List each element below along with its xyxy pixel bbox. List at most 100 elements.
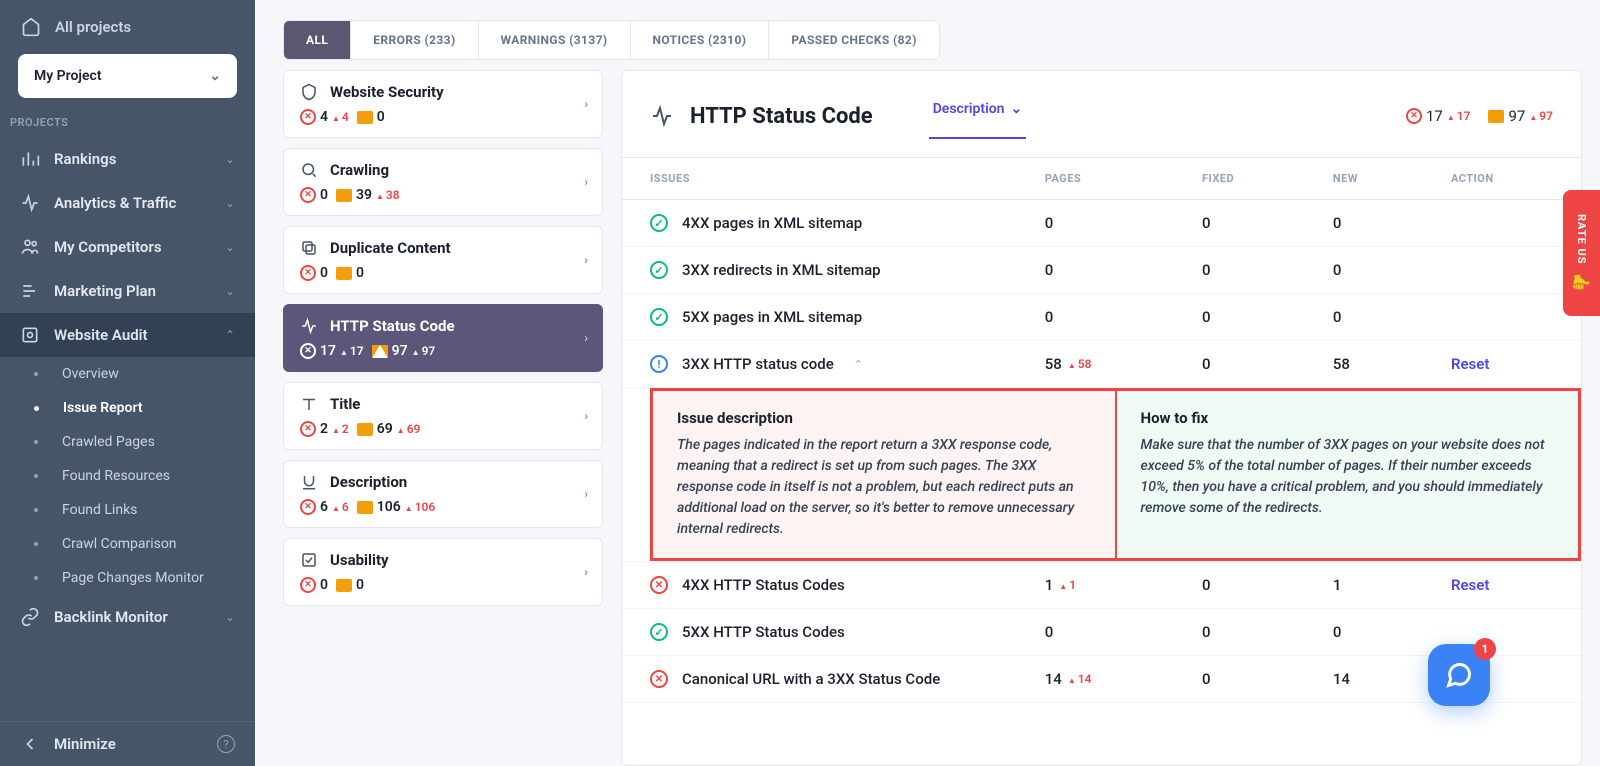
- table-row[interactable]: 3XX HTTP status code⌃ 58 58 0 58 Reset: [622, 341, 1581, 388]
- category-stats: 6 6 106 106: [300, 499, 586, 515]
- nav-marketing-plan[interactable]: Marketing Plan ⌄: [0, 269, 255, 313]
- nav-label: Rankings: [54, 150, 211, 168]
- subnav-overview[interactable]: Overview: [18, 357, 255, 391]
- issue-description-title: Issue description: [677, 409, 1091, 427]
- underline-icon: [300, 473, 318, 491]
- status-icon: [650, 576, 668, 594]
- all-projects-label: All projects: [55, 18, 131, 36]
- table-row[interactable]: 3XX redirects in XML sitemap 0 0 0: [622, 247, 1581, 294]
- tab-passed[interactable]: PASSED CHECKS (82): [769, 21, 938, 59]
- chat-icon: [1445, 661, 1473, 689]
- category-stats: 2 2 69 69: [300, 421, 586, 437]
- reset-link[interactable]: Reset: [1451, 576, 1489, 594]
- subnav-crawl-comparison[interactable]: Crawl Comparison: [18, 527, 255, 561]
- chat-badge: 1: [1474, 638, 1496, 660]
- nav: Rankings ⌄ Analytics & Traffic ⌄ My Comp…: [0, 137, 255, 721]
- nav-backlink-monitor[interactable]: Backlink Monitor ⌄: [0, 595, 255, 639]
- chevron-right-icon: ›: [584, 409, 588, 423]
- col-fixed[interactable]: FIXED: [1182, 158, 1313, 200]
- cell-new: 0: [1313, 200, 1431, 247]
- warning-icon: [1488, 110, 1504, 123]
- chevron-right-icon: ›: [584, 175, 588, 189]
- nav-website-audit[interactable]: Website Audit ⌃: [0, 313, 255, 357]
- pulse-icon: [300, 317, 318, 335]
- projects-section-label: PROJECTS: [0, 116, 255, 137]
- category-stats: 0 39 38: [300, 187, 586, 203]
- subnav-found-links[interactable]: Found Links: [18, 493, 255, 527]
- issue-name: 4XX HTTP Status Codes: [682, 576, 845, 594]
- all-projects-link[interactable]: All projects: [0, 0, 255, 54]
- error-icon: [300, 421, 316, 437]
- aggregate-stats: 17 17 97 97: [1406, 107, 1553, 125]
- cell-pages: 0: [1025, 609, 1182, 656]
- category-title: Duplicate Content: [330, 239, 451, 257]
- category-card[interactable]: HTTP Status Code 17 17 97 97 ›: [283, 304, 603, 372]
- error-icon: [300, 187, 316, 203]
- col-action[interactable]: ACTION: [1431, 158, 1581, 200]
- category-stats: 4 4 0: [300, 109, 586, 125]
- chat-button[interactable]: 1: [1428, 644, 1490, 706]
- cell-new: 58: [1313, 341, 1431, 388]
- reset-link[interactable]: Reset: [1451, 355, 1489, 373]
- tab-warnings[interactable]: WARNINGS (3137): [479, 21, 631, 59]
- subnav-page-changes[interactable]: Page Changes Monitor: [18, 561, 255, 595]
- pulse-icon: [20, 193, 40, 213]
- subnav-issue-report[interactable]: Issue Report: [18, 391, 255, 425]
- status-icon: [650, 308, 668, 326]
- nav-analytics[interactable]: Analytics & Traffic ⌄: [0, 181, 255, 225]
- tab-all[interactable]: ALL: [284, 21, 351, 59]
- chevron-up-icon: ⌃: [854, 358, 863, 371]
- error-icon: [300, 109, 316, 125]
- chevron-down-icon: ⌄: [1010, 101, 1022, 117]
- nav-label: Backlink Monitor: [54, 608, 211, 626]
- category-card[interactable]: Crawling 0 39 38 ›: [283, 148, 603, 216]
- subnav-found-resources[interactable]: Found Resources: [18, 459, 255, 493]
- category-card[interactable]: Website Security 4 4 0 ›: [283, 70, 603, 138]
- col-pages[interactable]: PAGES: [1025, 158, 1182, 200]
- nav-competitors[interactable]: My Competitors ⌄: [0, 225, 255, 269]
- col-issues[interactable]: ISSUES: [622, 158, 1025, 200]
- chevron-down-icon: ⌄: [225, 610, 235, 624]
- table-row[interactable]: 4XX HTTP Status Codes 1 1 0 1 Reset: [622, 562, 1581, 609]
- warning-icon: [336, 267, 352, 280]
- cell-pages: 14 14: [1025, 656, 1182, 703]
- tab-errors[interactable]: ERRORS (233): [351, 21, 478, 59]
- chevron-down-icon: ⌄: [225, 284, 235, 298]
- category-card[interactable]: Title 2 2 69 69 ›: [283, 382, 603, 450]
- cell-fixed: 0: [1182, 656, 1313, 703]
- help-icon[interactable]: ?: [217, 735, 235, 753]
- chevron-down-icon: ⌄: [225, 196, 235, 210]
- minimize-button[interactable]: Minimize ?: [0, 722, 255, 766]
- category-card[interactable]: Duplicate Content 0 0 ›: [283, 226, 603, 294]
- main: ALL ERRORS (233) WARNINGS (3137) NOTICES…: [255, 0, 1600, 766]
- warning-icon: [336, 189, 352, 202]
- rate-us-button[interactable]: RATE US: [1563, 190, 1600, 316]
- copy-icon: [300, 239, 318, 257]
- table-row[interactable]: 4XX pages in XML sitemap 0 0 0: [622, 200, 1581, 247]
- chevron-right-icon: ›: [584, 253, 588, 267]
- chevron-right-icon: ›: [584, 97, 588, 111]
- cell-pages: 0: [1025, 247, 1182, 294]
- category-card[interactable]: Usability 0 0 ›: [283, 538, 603, 606]
- issue-name: 3XX redirects in XML sitemap: [682, 261, 881, 279]
- warning-icon: [357, 501, 373, 514]
- detail-tab-description[interactable]: Description ⌄: [929, 93, 1027, 139]
- col-new[interactable]: NEW: [1313, 158, 1431, 200]
- chevron-right-icon: ›: [584, 565, 588, 579]
- category-card[interactable]: Description 6 6 106 106 ›: [283, 460, 603, 528]
- nav-label: Marketing Plan: [54, 282, 211, 300]
- category-title: Website Security: [330, 83, 444, 101]
- project-selector[interactable]: My Project ⌄: [18, 54, 237, 98]
- table-row[interactable]: 5XX pages in XML sitemap 0 0 0: [622, 294, 1581, 341]
- filter-tabs: ALL ERRORS (233) WARNINGS (3137) NOTICES…: [283, 20, 940, 60]
- issues-table: ISSUES PAGES FIXED NEW ACTION 4XX pages …: [622, 157, 1581, 703]
- issue-name: 5XX pages in XML sitemap: [682, 308, 862, 326]
- tab-notices[interactable]: NOTICES (2310): [631, 21, 770, 59]
- subnav-crawled-pages[interactable]: Crawled Pages: [18, 425, 255, 459]
- cell-fixed: 0: [1182, 200, 1313, 247]
- scan-icon: [20, 325, 40, 345]
- status-icon: [650, 670, 668, 688]
- bars-icon: [20, 149, 40, 169]
- nav-rankings[interactable]: Rankings ⌄: [0, 137, 255, 181]
- warning-icon: [357, 111, 373, 124]
